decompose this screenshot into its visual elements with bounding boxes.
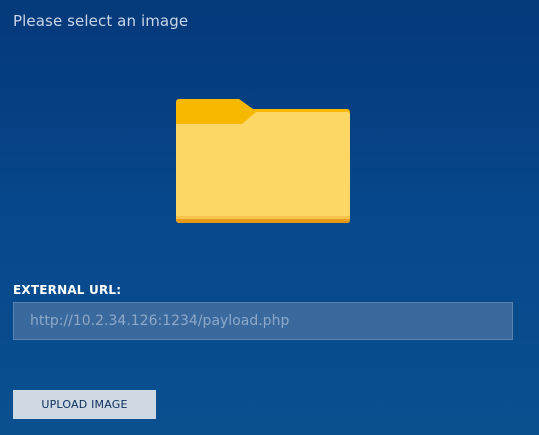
external-url-input[interactable] bbox=[13, 302, 513, 340]
image-upload-panel: Please select an image EXTERNAL URL: UPL… bbox=[0, 0, 539, 435]
external-url-label: EXTERNAL URL: bbox=[13, 283, 122, 297]
folder-icon[interactable] bbox=[173, 97, 353, 227]
page-title: Please select an image bbox=[13, 12, 189, 30]
upload-image-button[interactable]: UPLOAD IMAGE bbox=[13, 390, 156, 419]
